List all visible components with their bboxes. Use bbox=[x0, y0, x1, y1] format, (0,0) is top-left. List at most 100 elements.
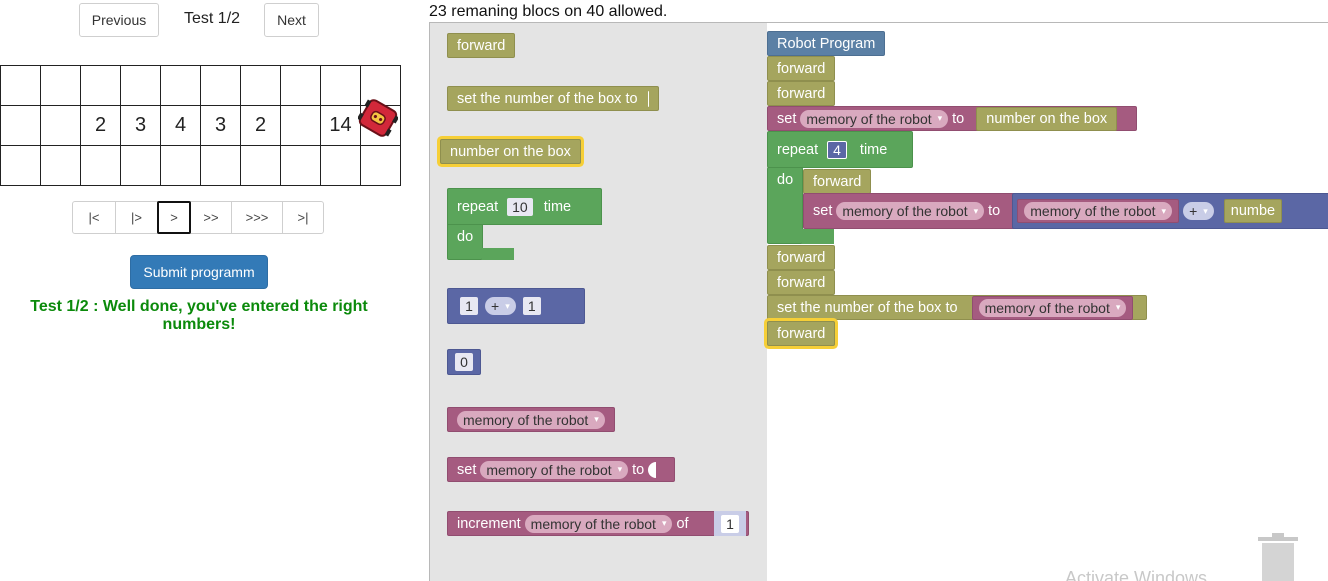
increment-value-field[interactable]: 1 bbox=[721, 514, 739, 533]
block-label: time bbox=[859, 141, 888, 158]
program-set-number-block[interactable]: set the number of the box to memory of t… bbox=[767, 295, 1147, 320]
grid-cell bbox=[200, 145, 241, 186]
block-label: set bbox=[777, 110, 797, 127]
grid-cell bbox=[320, 65, 361, 106]
memory-variable-block[interactable]: memory of the robot bbox=[971, 295, 1134, 320]
grid-cell bbox=[320, 145, 361, 186]
toolbox-arithmetic-block[interactable]: 1 + 1 bbox=[447, 288, 585, 324]
increment-value-wrap: 1 bbox=[714, 511, 746, 536]
program-forward-block[interactable]: forward bbox=[767, 81, 836, 106]
activation-watermark: Activate Windows bbox=[1065, 568, 1208, 581]
program-header-block[interactable]: Robot Program bbox=[767, 31, 886, 56]
block-label: of bbox=[676, 515, 689, 532]
grid-cell bbox=[40, 105, 81, 146]
toolbox-number-block[interactable]: 0 bbox=[447, 349, 481, 375]
step-button[interactable]: |> bbox=[115, 201, 158, 234]
block-label: forward bbox=[777, 85, 826, 102]
go-to-start-button[interactable]: |< bbox=[72, 201, 116, 234]
toolbox-set-variable-block[interactable]: set memory of the robot to bbox=[447, 457, 675, 482]
program-forward-block-selected[interactable]: forward bbox=[767, 321, 836, 346]
go-to-end-button[interactable]: >| bbox=[282, 201, 324, 234]
block-label: Robot Program bbox=[777, 35, 876, 52]
block-label: time bbox=[543, 198, 572, 215]
program-set-variable-block[interactable]: set memory of the robot to number on the… bbox=[767, 106, 1137, 131]
grid-cell bbox=[240, 65, 281, 106]
test-label: Test 1/2 bbox=[184, 10, 241, 27]
block-label: numbe bbox=[1230, 203, 1276, 219]
grid-cell: 2 bbox=[240, 105, 281, 146]
number-field[interactable]: 0 bbox=[455, 353, 473, 371]
block-toolbox: forward set the number of the box to num… bbox=[430, 23, 767, 581]
program-forward-block[interactable]: forward bbox=[767, 270, 836, 295]
input-slot bbox=[648, 461, 657, 478]
block-label: repeat bbox=[457, 198, 499, 215]
variable-dropdown[interactable]: memory of the robot bbox=[1024, 202, 1173, 220]
grid-cell bbox=[160, 145, 201, 186]
variable-dropdown[interactable]: memory of the robot bbox=[800, 109, 949, 128]
fast-play-button[interactable]: >> bbox=[190, 201, 232, 234]
block-label: forward bbox=[777, 60, 826, 77]
variable-dropdown[interactable]: memory of the robot bbox=[457, 410, 605, 429]
operator-dropdown[interactable]: + bbox=[485, 297, 516, 315]
block-label: set the number of the box to bbox=[457, 90, 638, 107]
grid-cell bbox=[0, 65, 41, 106]
grid-cell: 3 bbox=[120, 105, 161, 146]
toolbox-set-number-block[interactable]: set the number of the box to bbox=[447, 86, 659, 111]
robot-icon bbox=[358, 99, 398, 137]
program-forward-block[interactable]: forward bbox=[767, 56, 836, 81]
repeat-count-field[interactable]: 10 bbox=[507, 197, 533, 216]
block-label: set the number of the box to bbox=[777, 299, 958, 316]
grid-cell bbox=[120, 65, 161, 106]
operator-dropdown[interactable]: + bbox=[1183, 202, 1214, 220]
robot-grid: 2 3 4 3 2 14 bbox=[0, 65, 401, 186]
grid-cell: 2 bbox=[80, 105, 121, 146]
play-button[interactable]: > bbox=[157, 201, 191, 234]
number-on-box-block[interactable]: number on the box bbox=[976, 106, 1118, 131]
trash-can-icon[interactable] bbox=[1256, 531, 1300, 581]
program-forward-block[interactable]: forward bbox=[767, 245, 836, 270]
block-label: forward bbox=[777, 325, 826, 342]
grid-cell bbox=[360, 145, 401, 186]
program-repeat-block[interactable]: repeat 4 time do forward set memory of t… bbox=[767, 131, 1328, 244]
grid-cell bbox=[120, 145, 161, 186]
grid-cell bbox=[280, 105, 321, 146]
toolbox-increment-block[interactable]: increment memory of the robot of 1 bbox=[447, 511, 749, 536]
variable-dropdown[interactable]: memory of the robot bbox=[480, 460, 629, 479]
submit-program-button[interactable]: Submit programm bbox=[130, 255, 268, 289]
repeat-count-field[interactable]: 4 bbox=[827, 140, 847, 159]
arithmetic-block[interactable]: memory of the robot + numbe bbox=[1012, 193, 1328, 229]
number-on-box-block[interactable]: numbe bbox=[1223, 199, 1283, 223]
variable-dropdown[interactable]: memory of the robot bbox=[524, 514, 673, 533]
success-message: Test 1/2 : Well done, you've entered the… bbox=[30, 298, 368, 333]
block-label: do bbox=[457, 229, 474, 245]
program-set-variable-block[interactable]: set memory of the robot to memory of the… bbox=[803, 193, 1328, 229]
variable-dropdown[interactable]: memory of the robot bbox=[978, 298, 1127, 317]
operand-field[interactable]: 1 bbox=[460, 297, 478, 315]
memory-variable-block[interactable]: memory of the robot bbox=[1017, 199, 1180, 223]
grid-cell: 14 bbox=[320, 105, 361, 146]
block-label: to bbox=[632, 461, 645, 478]
block-label: forward bbox=[777, 274, 826, 291]
grid-cell bbox=[160, 65, 201, 106]
playback-controls: |< |> > >> >>> >| bbox=[72, 201, 324, 234]
block-label: set bbox=[457, 461, 477, 478]
grid-cell bbox=[40, 65, 81, 106]
block-label: number on the box bbox=[450, 143, 571, 160]
block-label: forward bbox=[813, 173, 862, 190]
toolbox-repeat-block[interactable]: repeat 10 time do bbox=[447, 188, 602, 260]
operand-field[interactable]: 1 bbox=[522, 297, 541, 315]
faster-play-button[interactable]: >>> bbox=[231, 201, 283, 234]
toolbox-number-on-box-block[interactable]: number on the box bbox=[440, 139, 581, 164]
toolbox-memory-variable-block[interactable]: memory of the robot bbox=[447, 407, 615, 432]
grid-cell bbox=[0, 145, 41, 186]
toolbox-forward-block[interactable]: forward bbox=[447, 33, 516, 58]
next-button[interactable]: Next bbox=[264, 3, 319, 37]
blockly-workspace[interactable]: forward set the number of the box to num… bbox=[429, 22, 1328, 581]
program-forward-block[interactable]: forward bbox=[803, 169, 872, 194]
variable-dropdown[interactable]: memory of the robot bbox=[836, 202, 985, 220]
grid-cell bbox=[280, 145, 321, 186]
previous-button[interactable]: Previous bbox=[79, 3, 159, 37]
grid-cell bbox=[80, 145, 121, 186]
block-label: number on the box bbox=[986, 110, 1108, 127]
block-label: to bbox=[952, 110, 965, 127]
